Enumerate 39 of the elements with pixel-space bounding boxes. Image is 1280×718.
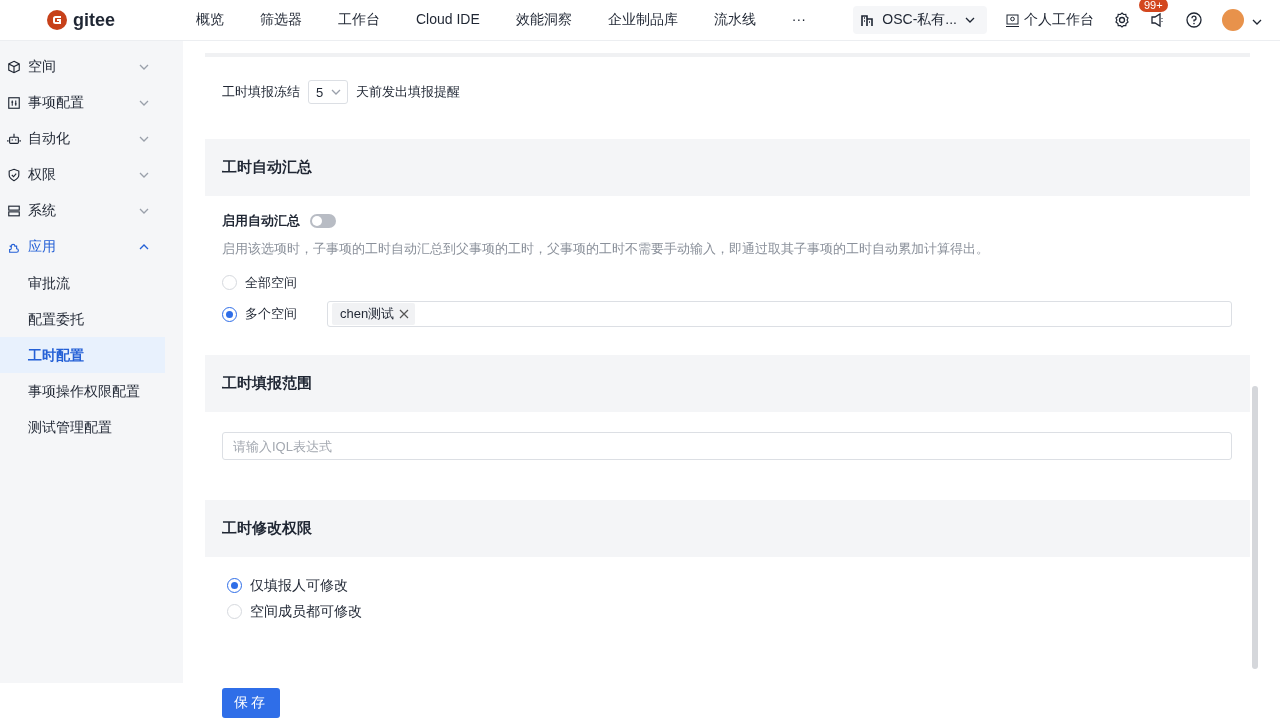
field-label: 工时填报冻结 bbox=[222, 83, 300, 102]
radio-label: 多个空间 bbox=[245, 305, 297, 324]
nav-link[interactable]: 概览 bbox=[178, 11, 242, 29]
nav-link[interactable]: 效能洞察 bbox=[497, 11, 590, 29]
description-text: 启用该选项时，子事项的工时自动汇总到父事项的工时，父事项的工时不需要手动输入，即通过取其子事项的工时自动累加计算得出。 bbox=[221, 241, 990, 259]
sidebar-group[interactable]: 权限 bbox=[0, 157, 183, 193]
save-button[interactable]: 保存 bbox=[222, 688, 280, 718]
radio-label: 仅填报人可修改 bbox=[250, 576, 348, 595]
sidebar-group[interactable]: 空间 bbox=[0, 49, 183, 85]
nav-link[interactable]: 筛选器 bbox=[242, 11, 320, 29]
iql-input-field[interactable]: 请输入IQL表达式 bbox=[222, 432, 1232, 461]
radio-label: 全部空间 bbox=[245, 273, 297, 292]
field-suffix: 天前发出填报提醒 bbox=[356, 83, 461, 102]
logo-text[interactable]: gitee bbox=[73, 9, 115, 31]
section-title: 工时自动汇总 bbox=[222, 158, 312, 178]
sidebar-group[interactable]: 自动化 bbox=[0, 121, 183, 157]
sidebar-item[interactable]: 工时配置 bbox=[0, 337, 165, 373]
sidebar-item[interactable]: 审批流 bbox=[0, 265, 165, 301]
workbench-link[interactable]: 个人工作台 bbox=[1006, 11, 1094, 29]
org-switcher[interactable]: OSC-私有... bbox=[853, 6, 987, 34]
radio-label: 空间成员都可修改 bbox=[250, 602, 362, 621]
section-title: 工时填报范围 bbox=[222, 374, 312, 394]
sidebar-item[interactable]: 事项操作权限配置 bbox=[0, 373, 165, 409]
sidebar-item[interactable]: 测试管理配置 bbox=[0, 409, 165, 445]
toggle-label: 启用自动汇总 bbox=[222, 211, 300, 230]
space-tag: chen测试 bbox=[332, 303, 416, 326]
nav-link[interactable]: 工作台 bbox=[320, 11, 398, 29]
nav-link[interactable]: 企业制品库 bbox=[589, 11, 696, 29]
sidebar-item[interactable]: 配置委托 bbox=[0, 301, 165, 337]
sidebar-group[interactable]: 系统 bbox=[0, 193, 183, 229]
nav-link[interactable]: Cloud IDE bbox=[398, 11, 498, 29]
sidebar-group[interactable]: 事项配置 bbox=[0, 85, 183, 121]
nav-link[interactable]: 流水线 bbox=[695, 11, 774, 29]
nav-link[interactable]: ··· bbox=[773, 11, 824, 29]
sidebar-group[interactable]: 应用 bbox=[0, 229, 183, 265]
space-select-field[interactable]: chen测试 bbox=[327, 301, 1232, 328]
notification-badge: 99+ bbox=[1139, 0, 1168, 12]
section-title: 工时修改权限 bbox=[222, 519, 312, 539]
days-select[interactable]: 5 bbox=[308, 80, 349, 105]
